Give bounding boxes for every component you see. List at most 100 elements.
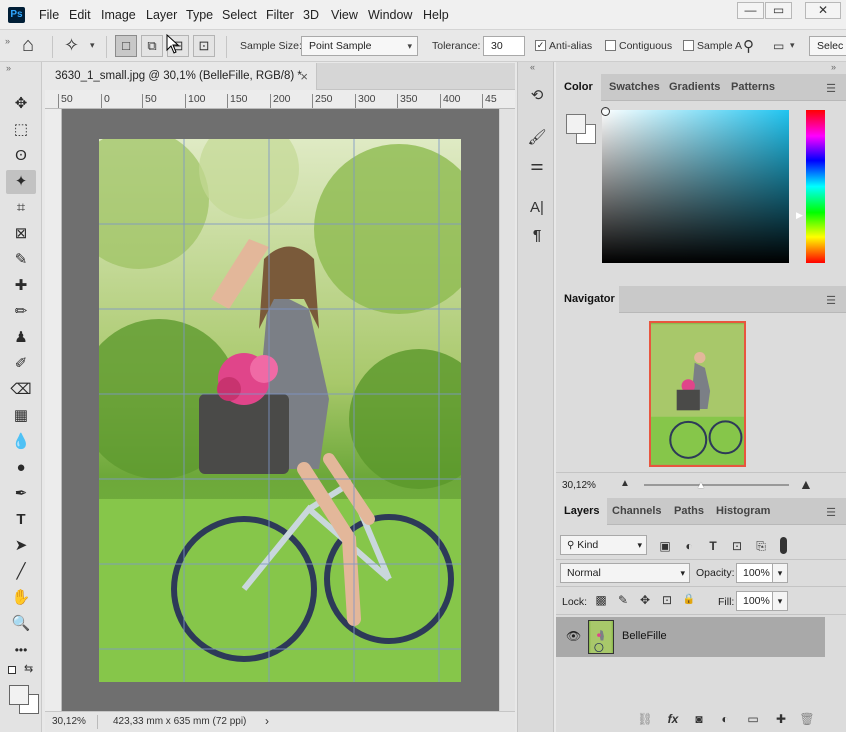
home-icon[interactable]: ⌂ [22,34,34,57]
move-tool-icon[interactable]: ✥ [6,92,36,116]
add-mask-icon[interactable]: ◙ [690,710,708,728]
frame-tool-icon[interactable]: ⊠ [6,222,36,246]
color-spectrum[interactable] [602,110,789,263]
sample-all-layers-checkbox[interactable] [683,40,694,51]
tab-color[interactable]: Color [556,74,601,101]
hue-slider[interactable] [806,110,825,263]
marquee-tool-icon[interactable]: ⬚ [6,118,36,142]
tab-histogram[interactable]: Histogram [708,498,778,525]
blur-tool-icon[interactable]: 💧 [6,430,36,454]
collapse-icon[interactable]: » [831,62,836,72]
lasso-tool-icon[interactable]: ʘ [6,144,36,168]
anti-alias-checkbox[interactable]: ✓ [535,40,546,51]
lock-image-icon[interactable]: ✎ [614,591,632,609]
pixel-filter-icon[interactable]: ▣ [656,537,674,555]
dodge-tool-icon[interactable]: ● [6,456,36,480]
maximize-button[interactable]: ▭ [765,2,792,19]
vertical-scrollbar[interactable] [499,109,515,711]
lock-transparent-icon[interactable]: ▩ [592,591,610,609]
tab-layers[interactable]: Layers [556,498,608,525]
search-icon[interactable]: ⚲ [743,37,754,55]
swap-colors-icon[interactable]: ⇆ [24,662,33,675]
fill-dropdown[interactable]: ▾ [772,591,788,611]
document-tab[interactable]: 3630_1_small.jpg @ 30,1% (BelleFille, RG… [45,63,317,90]
smart-object-filter-icon[interactable]: ⎘ [752,537,770,555]
zoom-tool-icon[interactable]: 🔍 [6,612,36,636]
tab-paths[interactable]: Paths [666,498,712,525]
chevron-down-icon[interactable]: ▾ [790,40,795,51]
magic-wand-icon[interactable]: ✧ [64,35,79,56]
layer-row[interactable]: 👁 BelleFille [556,617,825,657]
contiguous-checkbox[interactable] [605,40,616,51]
history-panel-icon[interactable]: ⟲ [525,84,549,108]
delete-layer-icon[interactable]: 🗑 [798,710,816,728]
type-filter-icon[interactable]: T [704,537,722,555]
menu-select[interactable]: Select [222,8,257,22]
menu-image[interactable]: Image [101,8,136,22]
default-colors-icon[interactable] [8,666,16,674]
brush-settings-icon[interactable]: 🖌 [525,126,549,150]
menu-window[interactable]: Window [368,8,412,22]
shape-filter-icon[interactable]: ⊡ [728,537,746,555]
character-panel-icon[interactable]: A| [525,196,549,220]
panel-menu-icon[interactable]: ☰ [826,506,836,519]
path-selection-tool-icon[interactable]: ➤ [6,534,36,558]
tab-patterns[interactable]: Patterns [723,74,783,101]
color-picker-cursor[interactable] [601,107,610,116]
lock-all-icon[interactable]: 🔒 [680,591,698,609]
layer-filter-select[interactable]: ⚲ Kind ▾ [560,535,647,555]
chevron-down-icon[interactable]: ▾ [90,40,95,51]
tab-swatches[interactable]: Swatches [601,74,668,101]
collapse-icon[interactable]: » [6,63,11,73]
tab-navigator[interactable]: Navigator [556,286,619,313]
minimize-button[interactable]: — [737,2,764,19]
zoom-level[interactable]: 30,12% [52,716,86,727]
tab-channels[interactable]: Channels [604,498,670,525]
close-window-button[interactable]: ✕ [805,2,841,19]
workspace-icon[interactable]: ▭ [773,39,784,53]
crop-tool-icon[interactable]: ⌗ [6,196,36,220]
eyedropper-tool-icon[interactable]: ✎ [6,248,36,272]
layer-style-icon[interactable]: fx [664,710,682,728]
lock-artboard-icon[interactable]: ⊡ [658,591,676,609]
adjustments-icon[interactable]: ⚌ [525,154,549,178]
tab-gradients[interactable]: Gradients [661,74,728,101]
gradient-tool-icon[interactable]: ▦ [6,404,36,428]
menu-edit[interactable]: Edit [69,8,91,22]
layer-name[interactable]: BelleFille [622,630,667,642]
zoom-out-icon[interactable]: ▲ [620,478,630,489]
menu-file[interactable]: File [39,8,59,22]
menu-layer[interactable]: Layer [146,8,177,22]
opacity-dropdown[interactable]: ▾ [772,563,788,583]
navigator-zoom[interactable]: 30,12% [562,480,596,491]
healing-brush-tool-icon[interactable]: ✚ [6,274,36,298]
zoom-slider-thumb[interactable]: ▲ [696,480,706,491]
new-layer-icon[interactable]: ✚ [772,710,790,728]
status-menu-arrow[interactable]: › [265,714,269,728]
link-layers-icon[interactable]: ⛓ [636,710,654,728]
menu-filter[interactable]: Filter [266,8,294,22]
menu-help[interactable]: Help [423,8,449,22]
select-subject-button[interactable]: Selec [809,36,846,56]
new-group-icon[interactable]: ▭ [744,710,762,728]
type-tool-icon[interactable]: T [6,508,36,532]
new-selection-button[interactable]: □ [115,35,137,57]
navigator-preview[interactable] [649,321,746,467]
panel-menu-icon[interactable]: ☰ [826,294,836,307]
eraser-tool-icon[interactable]: ⌫ [6,378,36,402]
adjustment-filter-icon[interactable]: ◐ [680,537,698,555]
foreground-color-swatch[interactable] [9,685,29,705]
pen-tool-icon[interactable]: ✒ [6,482,36,506]
close-icon[interactable]: × [300,63,308,90]
panel-menu-icon[interactable]: ☰ [826,82,836,95]
adjustment-layer-icon[interactable]: ◐ [716,710,734,728]
hue-marker-icon[interactable]: ▶ [796,210,803,221]
zoom-in-icon[interactable]: ▲ [799,476,813,492]
history-brush-tool-icon[interactable]: ✐ [6,352,36,376]
filter-toggle[interactable] [780,537,787,554]
lock-position-icon[interactable]: ✥ [636,591,654,609]
zoom-slider-track[interactable] [644,484,789,486]
blend-mode-select[interactable]: Normal ▾ [560,563,690,583]
menu-3d[interactable]: 3D [303,8,319,22]
add-selection-button[interactable]: ⧉ [141,35,163,57]
